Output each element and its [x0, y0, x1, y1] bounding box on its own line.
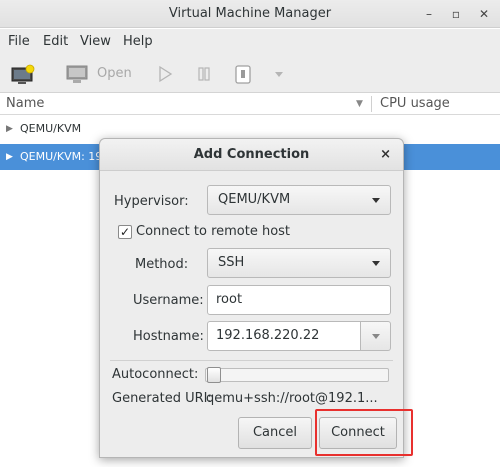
chevron-down-icon: [372, 198, 380, 203]
dialog-titlebar: Add Connection ×: [100, 139, 403, 171]
close-icon[interactable]: ×: [380, 139, 391, 171]
generated-uri-value: qemu+ssh://root@192.1...: [206, 391, 378, 406]
remote-host-label[interactable]: Connect to remote host: [136, 224, 290, 239]
column-cpu-usage[interactable]: CPU usage: [380, 93, 450, 115]
menu-help[interactable]: Help: [123, 29, 153, 55]
menu-edit[interactable]: Edit: [43, 29, 68, 55]
window-title: Virtual Machine Manager: [168, 6, 332, 21]
autoconnect-switch-knob[interactable]: [207, 367, 221, 383]
open-button-label[interactable]: Open: [97, 66, 132, 81]
menu-view[interactable]: View: [80, 29, 111, 55]
toolbar: Open: [0, 55, 500, 93]
method-dropdown[interactable]: SSH: [207, 248, 391, 278]
generated-uri-label: Generated URI:: [112, 391, 212, 406]
hostname-field[interactable]: 192.168.220.22: [207, 321, 361, 351]
remote-host-checkbox[interactable]: ✓: [118, 225, 132, 239]
play-icon[interactable]: [157, 64, 173, 84]
maximize-icon[interactable]: ▫: [442, 0, 470, 28]
shutdown-icon[interactable]: [234, 64, 252, 84]
hypervisor-dropdown[interactable]: QEMU/KVM: [207, 185, 391, 215]
hypervisor-label: Hypervisor:: [114, 194, 189, 209]
menu-file[interactable]: File: [8, 29, 30, 55]
monitor-icon[interactable]: [66, 64, 88, 84]
username-field[interactable]: root: [207, 285, 391, 315]
connection-label: QEMU/KVM: [20, 122, 82, 135]
username-value: root: [216, 292, 243, 307]
chevron-down-icon: [372, 261, 380, 266]
connection-label: QEMU/KVM: 192: [20, 150, 110, 163]
username-label: Username:: [133, 293, 204, 308]
expander-icon[interactable]: ▶: [6, 144, 13, 170]
menubar: File Edit View Help: [0, 29, 500, 55]
autoconnect-switch[interactable]: [205, 368, 389, 382]
pause-icon[interactable]: [196, 64, 212, 84]
hypervisor-value: QEMU/KVM: [218, 192, 291, 207]
method-label: Method:: [135, 257, 189, 272]
hostname-value: 192.168.220.22: [216, 328, 320, 343]
autoconnect-label: Autoconnect:: [112, 367, 199, 382]
separator: [110, 360, 393, 361]
new-vm-icon[interactable]: [10, 64, 36, 84]
chevron-down-icon[interactable]: [273, 64, 285, 84]
method-value: SSH: [218, 255, 245, 270]
window-titlebar: Virtual Machine Manager – ▫ ✕: [0, 0, 500, 28]
highlight-box: [315, 409, 413, 456]
expander-icon[interactable]: ▶: [6, 116, 13, 142]
chevron-down-icon: [372, 334, 380, 339]
column-separator[interactable]: [371, 96, 372, 112]
minimize-icon[interactable]: –: [415, 0, 443, 28]
hostname-label: Hostname:: [133, 329, 204, 344]
list-column-header: Name ▼ CPU usage: [0, 93, 500, 115]
close-icon[interactable]: ✕: [470, 0, 498, 28]
dialog-title: Add Connection: [193, 147, 310, 162]
hostname-dropdown-button[interactable]: [361, 321, 391, 351]
column-name[interactable]: Name: [6, 93, 44, 115]
cancel-button[interactable]: Cancel: [238, 417, 312, 449]
sort-arrow-icon: ▼: [356, 99, 363, 109]
